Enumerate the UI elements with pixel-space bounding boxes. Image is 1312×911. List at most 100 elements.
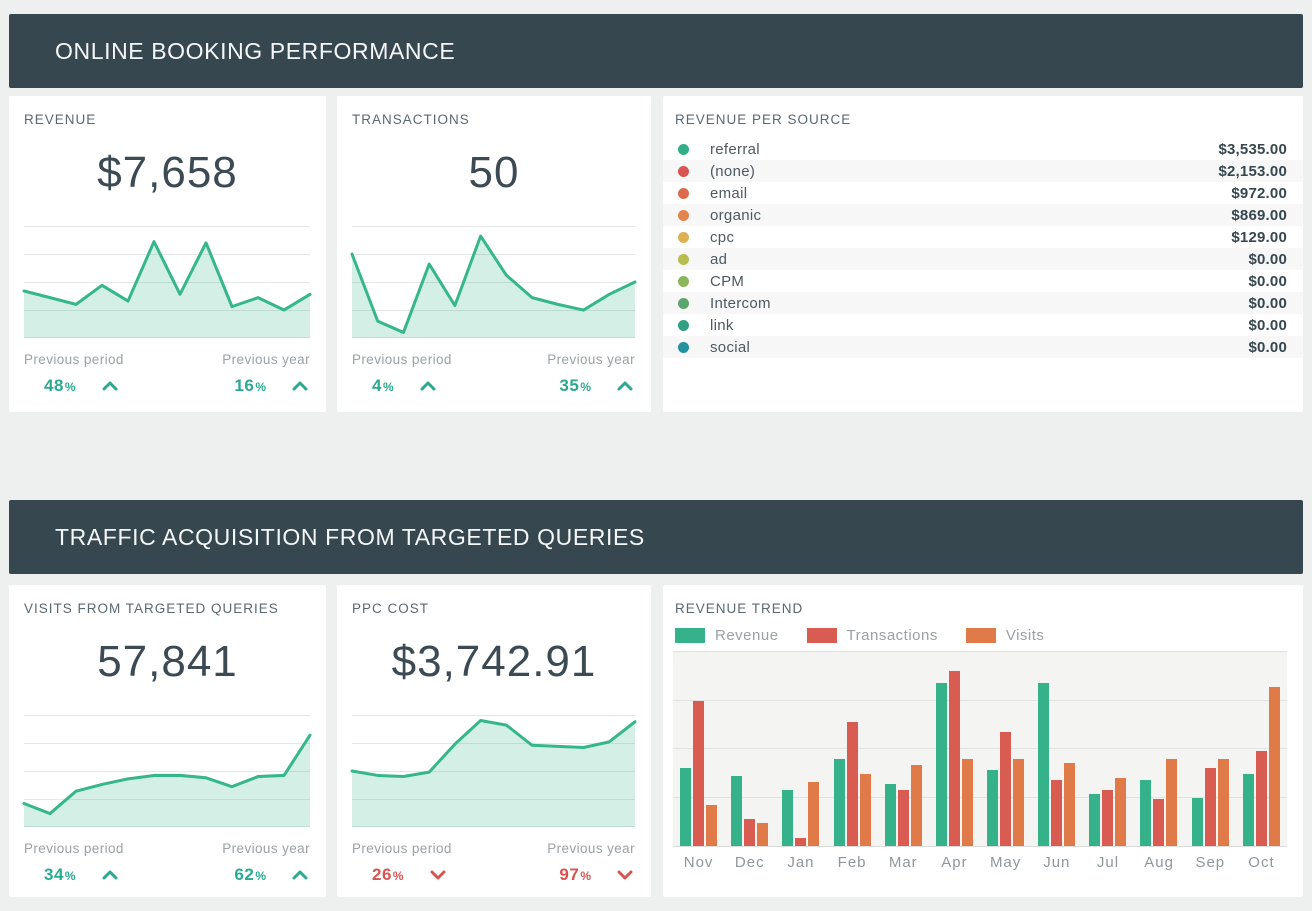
bar-group [1140, 652, 1177, 846]
source-color-dot-icon [678, 188, 689, 199]
percent-value: 35 [559, 376, 579, 395]
source-label: social [710, 339, 750, 356]
list-item: cpc$129.00 [663, 226, 1303, 248]
source-color-dot-icon [678, 298, 689, 309]
kpi-card-transactions: TRANSACTIONS 50 Previous period 4% Previ… [337, 96, 651, 412]
previous-period-delta: 34% [44, 865, 118, 885]
revenue-trend-card: REVENUE TREND RevenueTransactionsVisits … [663, 585, 1303, 897]
source-label: email [710, 185, 747, 202]
section-title: ONLINE BOOKING PERFORMANCE [55, 38, 455, 65]
kpi-footer: Previous period 26% Previous year 97% [352, 841, 635, 885]
chevron-up-icon [292, 381, 308, 391]
bar-revenue [680, 768, 691, 846]
previous-year-delta: 97% [559, 865, 633, 885]
source-value: $0.00 [1248, 251, 1287, 268]
bar-transactions [1256, 751, 1267, 846]
source-value: $972.00 [1231, 185, 1287, 202]
legend-swatch [807, 628, 837, 643]
bar-revenue [731, 776, 742, 846]
source-label: CPM [710, 273, 744, 290]
bar-group [1192, 652, 1229, 846]
bar-visits [1013, 759, 1024, 846]
legend-label: Visits [1006, 627, 1045, 644]
source-label: link [710, 317, 734, 334]
sparkline-chart [352, 715, 635, 827]
list-item: Intercom$0.00 [663, 292, 1303, 314]
percent-value: 4 [372, 376, 382, 395]
chevron-up-icon [420, 381, 436, 391]
percent-value: 62 [234, 865, 254, 884]
kpi-card-ppc-cost: PPC COST $3,742.91 Previous period 26% P… [337, 585, 651, 897]
card-title: REVENUE TREND [675, 601, 803, 616]
previous-period-delta: 26% [372, 865, 446, 885]
legend-item: Transactions [807, 627, 938, 644]
bar-transactions [1102, 790, 1113, 846]
bar-revenue [1140, 780, 1151, 846]
chevron-up-icon [292, 870, 308, 880]
chart-legend: Revenue Transactions Visits [675, 627, 1044, 644]
previous-year-label: Previous year [222, 841, 310, 856]
source-color-dot-icon [678, 254, 689, 265]
percent-sign: % [580, 869, 591, 883]
x-axis-label: Mar [878, 854, 929, 871]
source-value: $0.00 [1248, 273, 1287, 290]
kpi-card-visits: VISITS FROM TARGETED QUERIES 57,841 Prev… [9, 585, 326, 897]
x-axis-label: Jun [1031, 854, 1082, 871]
source-value: $0.00 [1248, 339, 1287, 356]
legend-label: Revenue [715, 627, 779, 644]
section-header-traffic-acquisition: TRAFFIC ACQUISITION FROM TARGETED QUERIE… [9, 500, 1303, 574]
source-label: ad [710, 251, 727, 268]
section-header-online-booking: ONLINE BOOKING PERFORMANCE [9, 14, 1303, 88]
chevron-up-icon [617, 381, 633, 391]
card-title: TRANSACTIONS [352, 112, 470, 127]
x-axis-label: Feb [827, 854, 878, 871]
sparkline-svg [352, 715, 635, 827]
percent-sign: % [255, 869, 266, 883]
sparkline-chart [24, 226, 310, 338]
bar-group [987, 652, 1024, 846]
source-label: Intercom [710, 295, 771, 312]
source-value: $3,535.00 [1218, 141, 1287, 158]
bar-visits [706, 805, 717, 846]
card-title: REVENUE [24, 112, 96, 127]
bar-visits [962, 759, 973, 846]
x-axis-label: Dec [724, 854, 775, 871]
source-color-dot-icon [678, 210, 689, 221]
x-axis-label: Oct [1236, 854, 1287, 871]
bar-group [885, 652, 922, 846]
list-item: (none)$2,153.00 [663, 160, 1303, 182]
kpi-card-revenue: REVENUE $7,658 Previous period 48% Previ… [9, 96, 326, 412]
kpi-value: 50 [337, 148, 651, 198]
previous-year-label: Previous year [222, 352, 310, 367]
bar-group [1038, 652, 1075, 846]
x-axis-label: Aug [1134, 854, 1185, 871]
percent-value: 97 [559, 865, 579, 884]
percent-sign: % [65, 380, 76, 394]
source-label: referral [710, 141, 760, 158]
bar-visits [1269, 687, 1280, 846]
percent-sign: % [580, 380, 591, 394]
bar-transactions [693, 701, 704, 847]
bar-visits [860, 774, 871, 846]
x-axis-label: Apr [929, 854, 980, 871]
previous-period-label: Previous period [24, 841, 124, 856]
bar-group [1243, 652, 1280, 846]
percent-value: 34 [44, 865, 64, 884]
source-list: referral $3,535.00 (none)$2,153.00 email $97… [663, 138, 1303, 358]
bar-transactions [1051, 780, 1062, 846]
previous-period-label: Previous period [352, 352, 452, 367]
bar-transactions [795, 838, 806, 846]
bar-revenue [834, 759, 845, 846]
bar-group [731, 652, 768, 846]
bar-group [782, 652, 819, 846]
list-item: social $0.00 [663, 336, 1303, 358]
bar-transactions [898, 790, 909, 846]
revenue-per-source-card: REVENUE PER SOURCE referral$3,535.00(non… [663, 96, 1303, 412]
percent-sign: % [255, 380, 266, 394]
bar-revenue [1192, 798, 1203, 847]
bar-revenue [1038, 683, 1049, 846]
x-axis-label: Jan [775, 854, 826, 871]
x-axis-labels: NovDecJanFebMarAprMayJunJulAugSepOct [673, 854, 1287, 871]
sparkline-svg [24, 226, 310, 338]
kpi-value: $7,658 [9, 148, 326, 198]
